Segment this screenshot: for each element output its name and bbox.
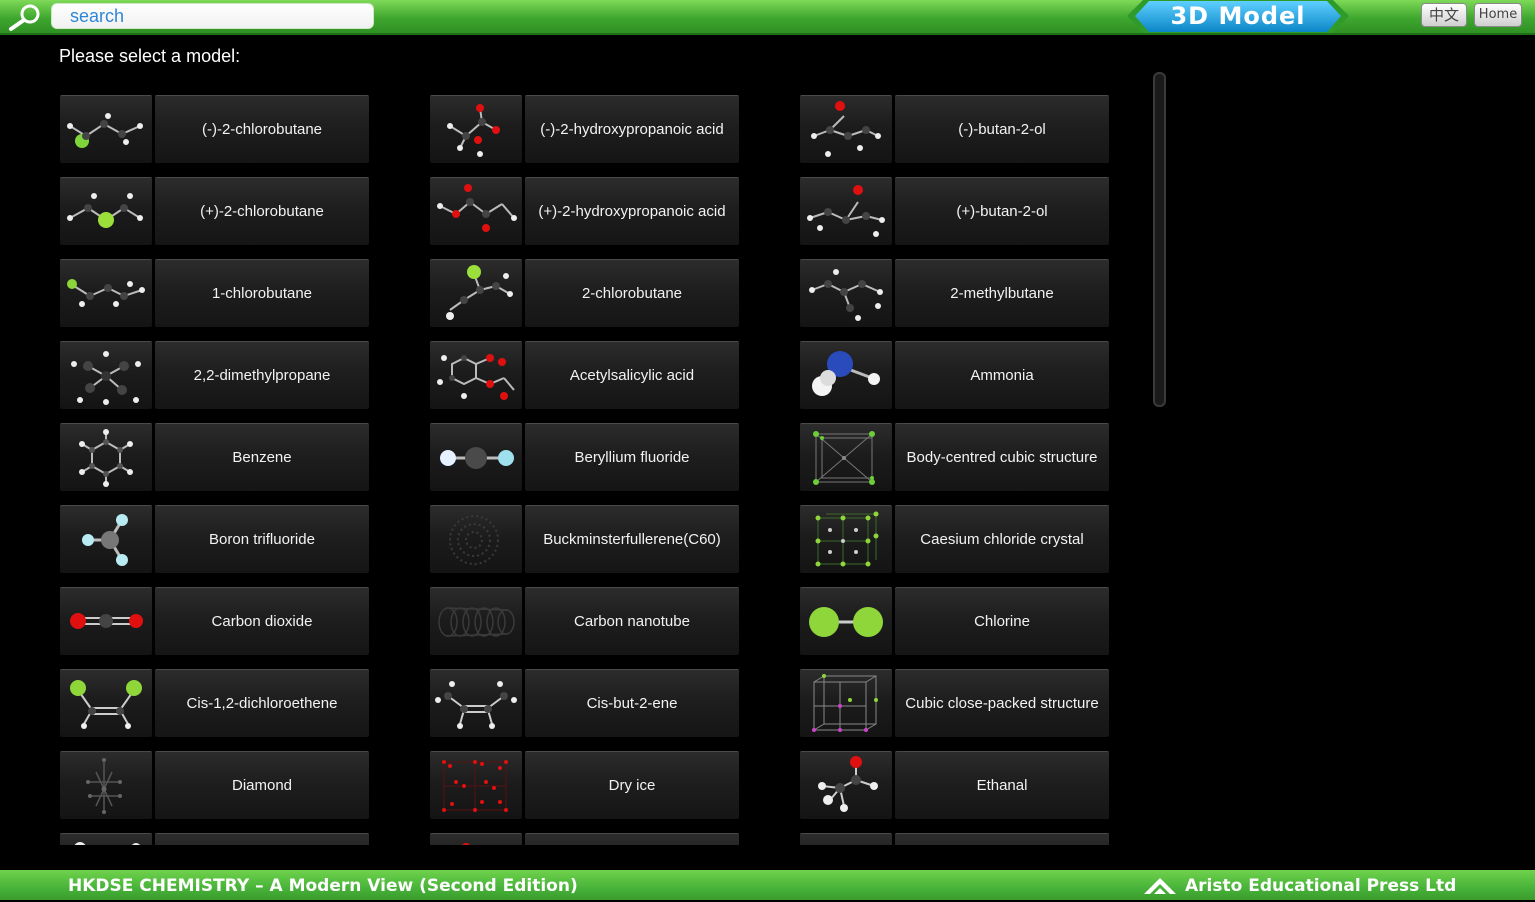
model-label[interactable]: (+)-2-chlorobutane — [155, 177, 369, 245]
model-row — [0, 828, 1150, 845]
select-model-prompt: Please select a model: — [59, 46, 241, 66]
model-label[interactable]: Boron trifluoride — [155, 505, 369, 573]
model-label[interactable] — [155, 833, 369, 845]
acetylsalicylic-acid-molecule-icon[interactable] — [430, 341, 522, 409]
dimethylpropane-molecule-icon[interactable] — [60, 341, 152, 409]
model-label[interactable]: (-)-2-chlorobutane — [155, 95, 369, 163]
model-label[interactable]: 2-methylbutane — [895, 259, 1109, 327]
model-row: Benzene Beryllium fluoride Body-centred … — [0, 418, 1150, 491]
ethanal-molecule-icon[interactable] — [800, 751, 892, 819]
model-label[interactable]: Carbon nanotube — [525, 587, 739, 655]
dry-ice-lattice-icon[interactable] — [430, 751, 522, 819]
magnifier-icon[interactable] — [6, 3, 42, 31]
model-label[interactable]: Caesium chloride crystal — [895, 505, 1109, 573]
model-row: Boron trifluoride Buckminsterfullerene(C… — [0, 500, 1150, 573]
model-row: Carbon dioxide Carbon nanotube Chlorine — [0, 582, 1150, 655]
hydroxypropanoic-acid-molecule-icon[interactable] — [430, 177, 522, 245]
partial-molecule-icon[interactable] — [60, 833, 152, 845]
model-label[interactable] — [895, 833, 1109, 845]
model-row: Diamond Dry ice Ethanal — [0, 746, 1150, 819]
beryllium-fluoride-molecule-icon[interactable] — [430, 423, 522, 491]
chlorobutane-molecule-icon[interactable] — [60, 95, 152, 163]
benzene-molecule-icon[interactable] — [60, 423, 152, 491]
model-label[interactable]: Diamond — [155, 751, 369, 819]
model-row: 2,2-dimethylpropane Acetylsalicylic acid… — [0, 336, 1150, 409]
model-label[interactable]: Ethanal — [895, 751, 1109, 819]
footer-book-title: HKDSE CHEMISTRY – A Modern View (Second … — [68, 876, 578, 896]
carbon-dioxide-molecule-icon[interactable] — [60, 587, 152, 655]
footer-publisher: Aristo Educational Press Ltd — [1142, 870, 1456, 900]
model-row: 1-chlorobutane 2-chlorobutane 2-methylbu… — [0, 254, 1150, 327]
carbon-nanotube-icon[interactable] — [430, 587, 522, 655]
model-label[interactable]: (+)-butan-2-ol — [895, 177, 1109, 245]
ccp-lattice-icon[interactable] — [800, 669, 892, 737]
model-label[interactable] — [525, 833, 739, 845]
diamond-lattice-icon[interactable] — [60, 751, 152, 819]
model-label[interactable]: Dry ice — [525, 751, 739, 819]
model-label[interactable]: Beryllium fluoride — [525, 423, 739, 491]
model-label[interactable]: 2-chlorobutane — [525, 259, 739, 327]
chlorobutane-molecule-icon[interactable] — [60, 259, 152, 327]
butene-molecule-icon[interactable] — [430, 669, 522, 737]
search-input[interactable] — [51, 3, 374, 29]
partial-molecule-icon[interactable] — [800, 833, 892, 845]
bcc-lattice-icon[interactable] — [800, 423, 892, 491]
model-label[interactable]: Cis-1,2-dichloroethene — [155, 669, 369, 737]
model-label[interactable]: Ammonia — [895, 341, 1109, 409]
list-scrollbar[interactable] — [1153, 72, 1166, 407]
model-label[interactable]: 2,2-dimethylpropane — [155, 341, 369, 409]
publisher-logo-icon — [1144, 878, 1176, 894]
model-label[interactable]: Buckminsterfullerene(C60) — [525, 505, 739, 573]
app-title: 3D Model — [1170, 2, 1306, 30]
model-row: Cis-1,2-dichloroethene Cis-but-2-ene Cub… — [0, 664, 1150, 737]
butanol-molecule-icon[interactable] — [800, 95, 892, 163]
dichloroethene-molecule-icon[interactable] — [60, 669, 152, 737]
top-bar: 3D Model 中文 Home — [0, 0, 1535, 35]
ammonia-molecule-icon[interactable] — [800, 341, 892, 409]
model-row: (-)-2-chlorobutane (-)-2-hydroxypropanoi… — [0, 90, 1150, 163]
model-label[interactable]: (+)-2-hydroxypropanoic acid — [525, 177, 739, 245]
model-label[interactable]: Acetylsalicylic acid — [525, 341, 739, 409]
caesium-chloride-lattice-icon[interactable] — [800, 505, 892, 573]
footer-bar: HKDSE CHEMISTRY – A Modern View (Second … — [0, 870, 1535, 900]
methylbutane-molecule-icon[interactable] — [800, 259, 892, 327]
model-label[interactable]: Body-centred cubic structure — [895, 423, 1109, 491]
buckminsterfullerene-icon[interactable] — [430, 505, 522, 573]
language-button[interactable]: 中文 — [1421, 3, 1467, 27]
model-label[interactable]: (-)-2-hydroxypropanoic acid — [525, 95, 739, 163]
home-button[interactable]: Home — [1474, 3, 1522, 27]
partial-molecule-icon[interactable] — [430, 833, 522, 845]
butanol-molecule-icon[interactable] — [800, 177, 892, 245]
chlorine-molecule-icon[interactable] — [800, 587, 892, 655]
model-label[interactable]: Cubic close-packed structure — [895, 669, 1109, 737]
model-label[interactable]: Carbon dioxide — [155, 587, 369, 655]
model-label[interactable]: (-)-butan-2-ol — [895, 95, 1109, 163]
model-label[interactable]: Chlorine — [895, 587, 1109, 655]
boron-trifluoride-molecule-icon[interactable] — [60, 505, 152, 573]
model-label[interactable]: Cis-but-2-ene — [525, 669, 739, 737]
model-label[interactable]: Benzene — [155, 423, 369, 491]
model-list[interactable]: (-)-2-chlorobutane (-)-2-hydroxypropanoi… — [0, 90, 1150, 845]
hydroxypropanoic-acid-molecule-icon[interactable] — [430, 95, 522, 163]
publisher-name: Aristo Educational Press Ltd — [1185, 876, 1457, 896]
model-row: (+)-2-chlorobutane (+)-2-hydroxypropanoi… — [0, 172, 1150, 245]
model-label[interactable]: 1-chlorobutane — [155, 259, 369, 327]
chlorobutane-molecule-icon[interactable] — [430, 259, 522, 327]
chlorobutane-molecule-icon[interactable] — [60, 177, 152, 245]
